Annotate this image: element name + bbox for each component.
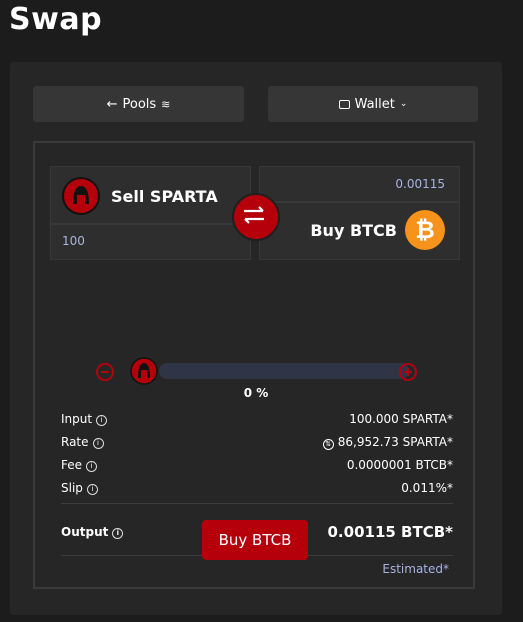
input-label: Input <box>61 412 93 426</box>
buy-button[interactable]: Buy BTCB <box>202 520 308 560</box>
arrow-left-icon: ← <box>106 96 118 112</box>
amount-slider[interactable] <box>159 363 409 379</box>
buy-token-label: Buy BTCB <box>310 220 397 240</box>
wallet-button-label: Wallet <box>354 96 395 112</box>
fee-label: Fee <box>61 458 83 472</box>
swap-arrows-icon <box>244 206 264 224</box>
slip-label: Slip <box>61 481 83 495</box>
sell-token-selector[interactable]: Sell SPARTA <box>62 177 218 215</box>
info-icon[interactable]: i <box>112 528 124 539</box>
chevron-down-icon: ⌄ <box>399 99 408 109</box>
info-icon[interactable]: i <box>86 484 98 495</box>
sparta-token-icon <box>62 177 100 215</box>
toggle-rate-icon[interactable]: ⇅ <box>322 439 334 450</box>
swap-direction-button[interactable] <box>232 193 280 241</box>
slider-thumb[interactable] <box>130 357 158 385</box>
output-label: Output <box>61 525 109 539</box>
estimated-label: Estimated* <box>382 562 449 576</box>
fee-row: Fee i 0.0000001 BTCB* <box>61 458 453 472</box>
info-icon[interactable]: i <box>92 438 104 449</box>
rate-row: Rate i ⇅ 86,952.73 SPARTA* <box>61 435 453 450</box>
rate-value: 86,952.73 SPARTA* <box>337 435 453 449</box>
rate-label: Rate <box>61 435 89 449</box>
input-value: 100.000 SPARTA* <box>349 412 453 426</box>
pools-button[interactable]: ← Pools ≋ <box>33 86 244 122</box>
sell-amount-input[interactable] <box>52 228 252 254</box>
slip-value: 0.011%* <box>401 481 453 495</box>
slider-value: 0 % <box>243 386 269 400</box>
decrease-button[interactable] <box>96 363 114 381</box>
swap-card: ← Pools ≋ Wallet ⌄ Sell SPARTA 0.00115 B… <box>10 62 502 615</box>
info-icon[interactable]: i <box>96 415 108 426</box>
fee-value: 0.0000001 BTCB* <box>346 458 453 472</box>
svg-text:₿: ₿ <box>415 216 435 244</box>
bitcoin-icon: ₿ <box>405 210 445 250</box>
buy-amount-value: 0.00115 <box>395 177 445 191</box>
pools-button-label: Pools <box>122 96 157 112</box>
output-value: 0.00115 BTCB* <box>327 523 454 541</box>
wallet-icon <box>338 99 350 109</box>
input-row: Input i 100.000 SPARTA* <box>61 412 453 426</box>
wallet-button[interactable]: Wallet ⌄ <box>268 86 478 122</box>
increase-button[interactable] <box>399 363 417 381</box>
info-icon[interactable]: i <box>86 461 98 472</box>
page-title: Swap <box>9 2 103 37</box>
sell-token-label: Sell SPARTA <box>111 186 218 206</box>
divider <box>61 503 453 504</box>
slip-row: Slip i 0.011%* <box>61 481 453 495</box>
buy-token-selector[interactable]: Buy BTCB ₿ <box>310 210 445 250</box>
pools-icon: ≋ <box>161 97 171 111</box>
